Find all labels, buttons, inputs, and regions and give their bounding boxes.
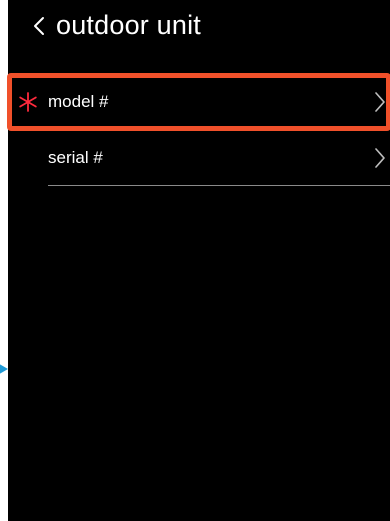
asterisk-icon bbox=[19, 92, 37, 112]
settings-list: model # serial # bbox=[7, 73, 390, 186]
page-title: outdoor unit bbox=[56, 10, 202, 40]
divider bbox=[48, 185, 390, 186]
list-item-serial-number[interactable]: serial # bbox=[8, 130, 390, 186]
left-bezel bbox=[0, 0, 8, 521]
list-item-model-number[interactable]: model # bbox=[7, 73, 390, 131]
device-screen: outdoor unit model # serial # bbox=[7, 0, 390, 521]
chevron-right-icon bbox=[375, 92, 385, 112]
back-button[interactable] bbox=[30, 12, 48, 40]
chevron-left-icon bbox=[34, 17, 44, 35]
list-item-label: serial # bbox=[48, 148, 103, 167]
chevron-right-icon bbox=[375, 148, 385, 168]
list-item-label: model # bbox=[48, 92, 109, 111]
header: outdoor unit bbox=[8, 0, 390, 58]
